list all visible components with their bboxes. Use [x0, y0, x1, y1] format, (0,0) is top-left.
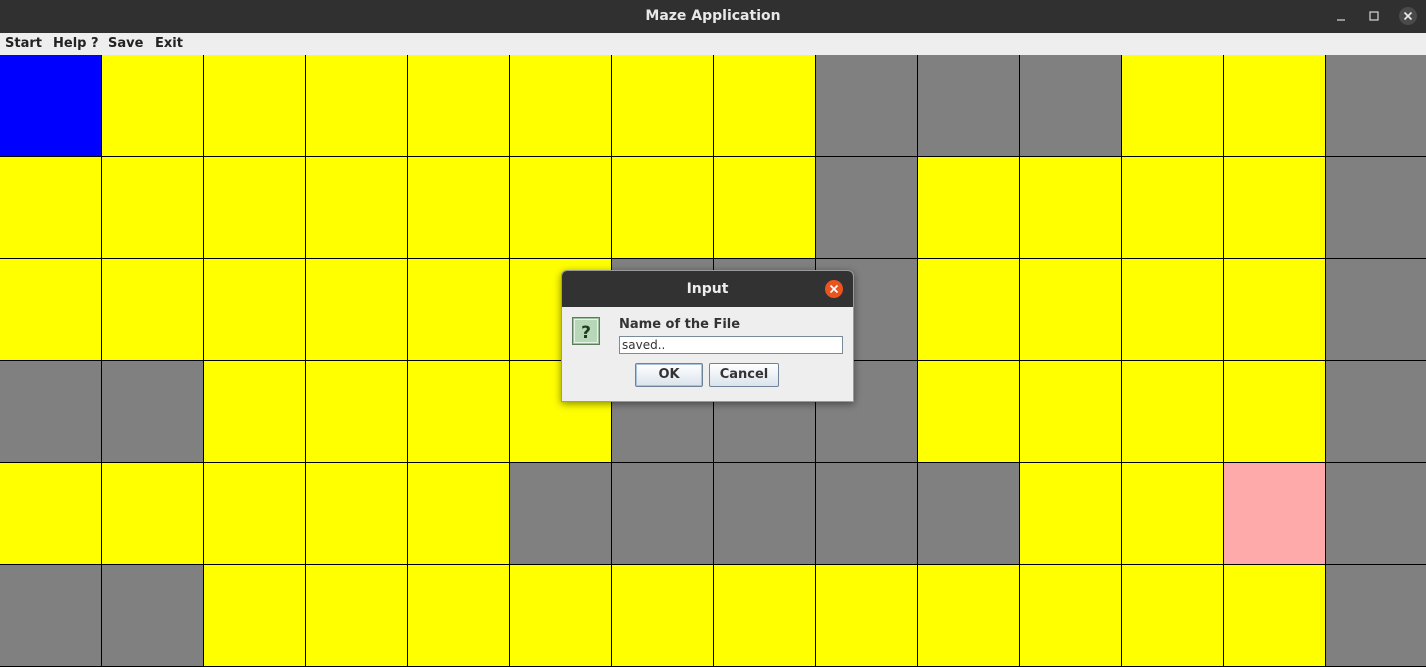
maze-cell-wall[interactable] — [816, 55, 917, 156]
maze-cell-open[interactable] — [306, 463, 407, 564]
maze-cell-open[interactable] — [1122, 157, 1223, 258]
maze-cell-wall[interactable] — [510, 463, 611, 564]
maze-cell-wall[interactable] — [1326, 361, 1426, 462]
maze-cell-open[interactable] — [408, 565, 509, 666]
maze-cell-open[interactable] — [0, 157, 101, 258]
maze-cell-open[interactable] — [510, 157, 611, 258]
maze-cell-open[interactable] — [1020, 565, 1121, 666]
maze-cell-open[interactable] — [1224, 361, 1325, 462]
minimize-icon[interactable] — [1330, 6, 1352, 28]
maze-cell-open[interactable] — [306, 157, 407, 258]
maze-cell-open[interactable] — [102, 463, 203, 564]
maze-cell-open[interactable] — [1122, 565, 1223, 666]
maze-cell-wall[interactable] — [1020, 55, 1121, 156]
maze-cell-open[interactable] — [408, 55, 509, 156]
window-titlebar: Maze Application — [0, 0, 1426, 33]
maze-cell-open[interactable] — [408, 463, 509, 564]
maze-cell-wall[interactable] — [918, 463, 1019, 564]
maze-cell-open[interactable] — [918, 361, 1019, 462]
maze-cell-open[interactable] — [510, 55, 611, 156]
menu-save[interactable]: Save — [108, 33, 143, 55]
menu-exit[interactable]: Exit — [155, 33, 183, 55]
maze-cell-open[interactable] — [1020, 361, 1121, 462]
window-title: Maze Application — [645, 8, 781, 24]
cancel-button[interactable]: Cancel — [709, 363, 779, 387]
dialog-close-icon[interactable] — [824, 279, 844, 299]
maze-cell-wall[interactable] — [0, 565, 101, 666]
dialog-prompt: Name of the File — [619, 317, 741, 332]
maze-cell-open[interactable] — [306, 565, 407, 666]
ok-button[interactable]: OK — [635, 363, 703, 387]
maze-cell-open[interactable] — [714, 157, 815, 258]
maze-cell-open[interactable] — [408, 157, 509, 258]
maze-cell-open[interactable] — [306, 259, 407, 360]
maze-cell-wall[interactable] — [1326, 55, 1426, 156]
maze-cell-wall[interactable] — [714, 463, 815, 564]
maze-cell-open[interactable] — [1224, 565, 1325, 666]
maze-cell-open[interactable] — [102, 259, 203, 360]
maze-cell-wall[interactable] — [816, 157, 917, 258]
maze-cell-open[interactable] — [408, 361, 509, 462]
maze-cell-goal[interactable] — [1224, 463, 1325, 564]
svg-text:?: ? — [581, 323, 591, 343]
maze-cell-open[interactable] — [1122, 55, 1223, 156]
maze-cell-open[interactable] — [102, 55, 203, 156]
maze-cell-open[interactable] — [204, 55, 305, 156]
input-dialog: Input ? Name of the File OK Cancel — [561, 270, 854, 402]
maze-cell-open[interactable] — [816, 565, 917, 666]
maze-cell-open[interactable] — [918, 259, 1019, 360]
maze-cell-open[interactable] — [1224, 259, 1325, 360]
maze-cell-open[interactable] — [204, 463, 305, 564]
maze-cell-open[interactable] — [408, 259, 509, 360]
maze-cell-wall[interactable] — [102, 361, 203, 462]
file-name-input[interactable] — [619, 336, 843, 354]
maze-cell-open[interactable] — [306, 361, 407, 462]
maze-cell-open[interactable] — [204, 361, 305, 462]
maze-cell-open[interactable] — [612, 565, 713, 666]
close-icon[interactable] — [1397, 6, 1419, 28]
maze-cell-open[interactable] — [714, 565, 815, 666]
dialog-title: Input — [686, 281, 729, 297]
question-icon: ? — [572, 317, 600, 345]
maze-cell-open[interactable] — [1122, 463, 1223, 564]
maze-cell-open[interactable] — [1020, 259, 1121, 360]
menu-start[interactable]: Start — [5, 33, 42, 55]
maze-cell-open[interactable] — [204, 259, 305, 360]
maze-cell-open[interactable] — [306, 55, 407, 156]
maze-cell-open[interactable] — [1224, 55, 1325, 156]
maze-cell-open[interactable] — [0, 259, 101, 360]
maze-cell-wall[interactable] — [0, 361, 101, 462]
dialog-titlebar: Input — [562, 271, 853, 307]
maze-cell-open[interactable] — [1020, 463, 1121, 564]
maze-cell-open[interactable] — [204, 565, 305, 666]
maze-cell-wall[interactable] — [1326, 157, 1426, 258]
maze-cell-wall[interactable] — [1326, 463, 1426, 564]
maze-cell-start[interactable] — [0, 55, 101, 156]
maze-cell-open[interactable] — [1020, 157, 1121, 258]
maze-cell-open[interactable] — [0, 463, 101, 564]
menu-help[interactable]: Help ? — [53, 33, 99, 55]
maze-cell-open[interactable] — [918, 565, 1019, 666]
maze-cell-open[interactable] — [102, 157, 203, 258]
maze-cell-wall[interactable] — [1326, 565, 1426, 666]
maze-cell-open[interactable] — [714, 55, 815, 156]
maze-cell-open[interactable] — [1224, 157, 1325, 258]
maze-cell-open[interactable] — [1122, 361, 1223, 462]
maximize-icon[interactable] — [1363, 6, 1385, 28]
maze-cell-wall[interactable] — [1326, 259, 1426, 360]
maze-cell-open[interactable] — [612, 55, 713, 156]
maze-cell-wall[interactable] — [102, 565, 203, 666]
menu-bar: Start Help ? Save Exit — [0, 33, 1426, 56]
maze-cell-open[interactable] — [918, 157, 1019, 258]
maze-cell-open[interactable] — [1122, 259, 1223, 360]
maze-cell-wall[interactable] — [612, 463, 713, 564]
maze-cell-open[interactable] — [510, 565, 611, 666]
maze-cell-open[interactable] — [204, 157, 305, 258]
maze-cell-open[interactable] — [612, 157, 713, 258]
maze-cell-wall[interactable] — [918, 55, 1019, 156]
maze-cell-wall[interactable] — [816, 463, 917, 564]
